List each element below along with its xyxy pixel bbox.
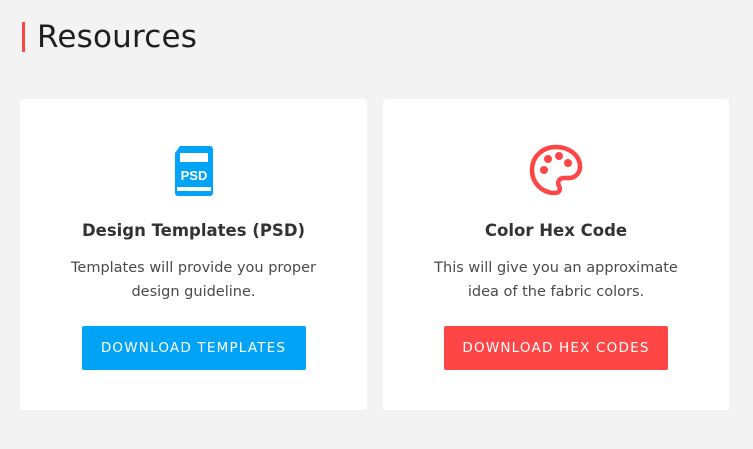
section-header: Resources <box>22 18 197 56</box>
resource-card-hex-codes: Color Hex Code This will give you an app… <box>383 99 729 410</box>
palette-icon <box>529 144 583 196</box>
card-description: This will give you an approximate idea o… <box>434 260 678 300</box>
card-title: Color Hex Code <box>484 221 628 240</box>
resource-card-templates: PSD Design Templates (PSD) Templates wil… <box>20 99 367 410</box>
card-title: Design Templates (PSD) <box>81 221 306 240</box>
psd-file-icon: PSD <box>174 146 213 196</box>
title-accent-bar <box>22 22 25 52</box>
download-hex-codes-button[interactable]: DOWNLOAD HEX CODES <box>444 326 668 370</box>
download-templates-button[interactable]: DOWNLOAD TEMPLATES <box>81 326 306 370</box>
card-description: Templates will provide you proper design… <box>71 260 316 300</box>
section-title: Resources <box>37 19 198 55</box>
psd-icon-text: PSD <box>180 168 207 183</box>
